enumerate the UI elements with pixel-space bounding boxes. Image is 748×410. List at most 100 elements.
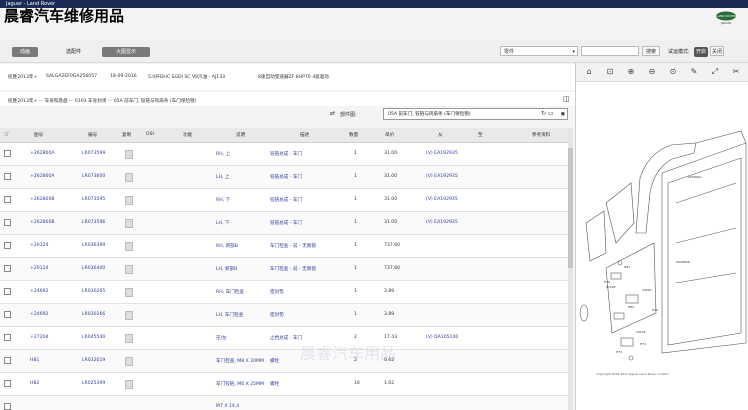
cell-ref[interactable]: +20124: [30, 266, 48, 271]
row-checkbox[interactable]: [4, 265, 11, 272]
cell-ref[interactable]: +262800B: [30, 197, 55, 202]
copy-icon[interactable]: [125, 357, 133, 366]
row-checkbox[interactable]: [4, 173, 11, 180]
cell-ref[interactable]: +262800A: [30, 151, 55, 156]
copy-icon[interactable]: [125, 311, 133, 320]
table-row[interactable]: +20124 LR036400 LH, 新部B 车门检查 - 前 - 无限锁 1 737.…: [0, 258, 573, 281]
search-type-value: 零件: [504, 49, 515, 55]
cell-part[interactable]: LR025399: [82, 381, 105, 386]
callout-label[interactable]: H82: [628, 305, 634, 309]
mode-off-toggle[interactable]: 关闭: [710, 46, 724, 56]
table-row[interactable]: M7 X 14.4: [0, 396, 573, 410]
table-row[interactable]: +24692 LR030265 RH, 车门检查 密封垫 1 3.89: [0, 281, 573, 304]
parts-link[interactable]: 选配件: [66, 47, 81, 57]
callout-label[interactable]: 27204: [606, 285, 616, 289]
cell-ref[interactable]: H82: [30, 381, 39, 386]
scrollbar-thumb[interactable]: [568, 148, 573, 268]
callout-label[interactable]: H76: [604, 280, 610, 284]
row-checkbox[interactable]: [4, 219, 11, 226]
select-icon[interactable]: ✂: [731, 67, 741, 77]
copy-icon[interactable]: [125, 265, 133, 274]
cell-part[interactable]: LR030265: [82, 289, 105, 294]
zoom-in-icon[interactable]: ⊕: [626, 67, 636, 77]
breadcrumb[interactable]: 揽胜2013年+ ··· 车身和底盘 ··· 0103 车身封闭 ··· 05A…: [8, 98, 196, 104]
callout-label[interactable]: 262800A: [688, 175, 702, 179]
cell-part[interactable]: LR073600: [82, 174, 105, 179]
home-button[interactable]: 动画: [12, 47, 38, 57]
cell-part[interactable]: LR036400: [82, 266, 105, 271]
cell-qty: 1: [354, 312, 357, 317]
cell-part[interactable]: LR036399: [82, 243, 105, 248]
folder-icon[interactable]: ▭: [548, 110, 554, 117]
zoom-window-icon[interactable]: ⊙: [668, 67, 678, 77]
pen-icon[interactable]: ✎: [689, 67, 699, 77]
table-row[interactable]: +27204 LR045540 在/左 止档总成 - 车门 2 17.43 (V) DA10…: [0, 327, 573, 350]
table-row[interactable]: H81 LR032019 车门检查, M8 X 20MM 螺栓 2 0.62: [0, 350, 573, 373]
table-row[interactable]: +24692 LR030266 LH, 车门检查 密封垫 1 3.89: [0, 304, 573, 327]
fit-icon[interactable]: ⊡: [605, 67, 615, 77]
table-row[interactable]: +262800B LR073595 RH, 下 铰链总成 - 车门 1 31.00 (V) …: [0, 189, 573, 212]
row-checkbox[interactable]: [4, 196, 11, 203]
row-checkbox[interactable]: [4, 150, 11, 157]
copy-icon[interactable]: [125, 242, 133, 251]
cell-ref[interactable]: +262800B: [30, 220, 55, 225]
cell-desc: 车门检查, M8 X 20MM: [216, 359, 265, 364]
mode-on-toggle[interactable]: 开启: [694, 47, 708, 57]
copy-icon[interactable]: [125, 196, 133, 205]
cell-part[interactable]: LR045540: [82, 335, 105, 340]
door-diagram[interactable]: H81 H82 27204 24692 20124 262800A 262800B H76 H7…: [576, 83, 748, 410]
fullscreen-button[interactable]: 大图显示: [102, 47, 150, 57]
home-icon[interactable]: ⌂: [584, 67, 594, 77]
col-header: 从: [438, 133, 443, 138]
cell-ref[interactable]: H81: [30, 358, 39, 363]
cell-ref[interactable]: +24692: [30, 289, 48, 294]
callout-label[interactable]: H71: [640, 342, 646, 346]
search-input[interactable]: [581, 46, 639, 56]
copy-icon[interactable]: [125, 380, 133, 389]
row-checkbox[interactable]: [4, 380, 11, 387]
row-checkbox[interactable]: [4, 403, 11, 410]
row-checkbox[interactable]: [4, 357, 11, 364]
table-row[interactable]: H82 LR025399 车门铰链, M6 X 25MM 螺栓 16 1.02: [0, 373, 573, 396]
callout-label[interactable]: H72: [652, 308, 658, 312]
copy-icon[interactable]: [125, 219, 133, 228]
jaguar-landrover-logo: LAND ROVER JAGUAR: [716, 11, 736, 25]
row-checkbox[interactable]: [4, 334, 11, 341]
callout-label[interactable]: H81: [624, 265, 630, 269]
build-date: 18-09-2016: [110, 74, 137, 79]
cell-ref[interactable]: +24692: [30, 312, 48, 317]
callout-label[interactable]: 24692: [642, 288, 652, 292]
cell-part[interactable]: LR073596: [82, 220, 105, 225]
zoom-out-icon[interactable]: ⊖: [647, 67, 657, 77]
callout-label[interactable]: 262800B: [676, 260, 690, 264]
table-row[interactable]: +262800B LR073596 LH, 下 铰链总成 - 车门 1 31.00 (V) …: [0, 212, 573, 235]
copy-icon[interactable]: [125, 334, 133, 343]
cell-part[interactable]: LR032019: [82, 358, 105, 363]
table-row[interactable]: +262800A LR073599 RH, 上 铰链总成 - 车门 1 31.00 (V) …: [0, 143, 573, 166]
cell-ref[interactable]: +20124: [30, 243, 48, 248]
copy-icon[interactable]: [125, 173, 133, 182]
row-checkbox[interactable]: [4, 311, 11, 318]
copy-icon[interactable]: [125, 150, 133, 159]
callout-label[interactable]: H73: [616, 350, 622, 354]
table-scrollbar[interactable]: [568, 128, 573, 410]
cell-ref[interactable]: +262800A: [30, 174, 55, 179]
cell-ref[interactable]: +27204: [30, 335, 48, 340]
table-row[interactable]: +20124 LR036399 RH, 新部B 车门检查 - 前 - 无限锁 1 737.…: [0, 235, 573, 258]
table-header: 🛒 图号 编号 复制 OSI 功能 说明 描述 数量 单价 从 至 参考资料: [0, 128, 573, 143]
cell-part[interactable]: LR073595: [82, 197, 105, 202]
cell-part[interactable]: LR073599: [82, 151, 105, 156]
refresh-icon[interactable]: ↻: [541, 110, 546, 117]
cell-part[interactable]: LR030266: [82, 312, 105, 317]
copy-icon[interactable]: [125, 288, 133, 297]
sync-icon[interactable]: ⇄: [330, 110, 335, 117]
table-row[interactable]: +262800A LR073600 LH, 上 铰链总成 - 车门 1 31.00 (V) …: [0, 166, 573, 189]
row-checkbox[interactable]: [4, 242, 11, 249]
row-checkbox[interactable]: [4, 288, 11, 295]
transmission-info: 8速自动变速器ZF 8HP70 4驱驱动: [258, 75, 329, 80]
search-type-select[interactable]: 零件 ▾: [500, 46, 578, 56]
panel-toggle-icon[interactable]: ◫: [563, 95, 570, 103]
expand-icon[interactable]: ⤢: [710, 67, 720, 77]
callout-label[interactable]: 20124: [636, 330, 646, 334]
search-button[interactable]: 搜索: [642, 46, 660, 56]
